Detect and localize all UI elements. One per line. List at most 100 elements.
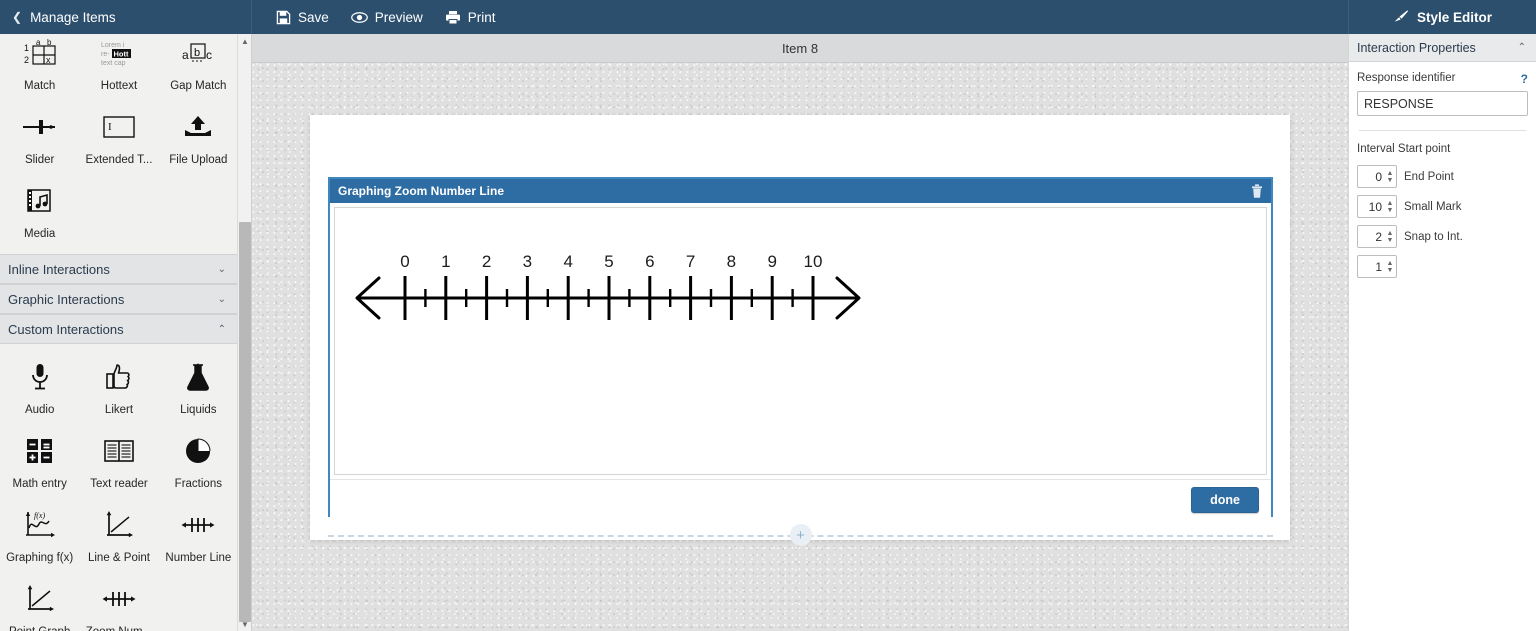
interaction-footer: done: [330, 479, 1271, 519]
svg-text:c: c: [206, 48, 212, 62]
svg-text:Lorem i: Lorem i: [101, 42, 125, 49]
question-mark-icon[interactable]: ?: [1521, 72, 1528, 86]
tool-label: Liquids: [180, 404, 216, 416]
tool-file-upload[interactable]: File Upload: [159, 98, 238, 172]
tool-point-graph[interactable]: Point Graph: [0, 570, 79, 631]
stepper-up-icon[interactable]: ▲: [1387, 260, 1394, 267]
style-editor-panel: Interaction Properties ⌃ Response identi…: [1348, 34, 1536, 631]
svg-text:0: 0: [400, 252, 409, 271]
sidebar-section-inline-interactions[interactable]: Inline Interactions ⌄: [0, 254, 238, 284]
sidebar-section-graphic-interactions[interactable]: Graphic Interactions ⌄: [0, 284, 238, 314]
top-toolbar: ❮ Manage Items Save Preview: [0, 0, 1536, 34]
style-editor-header: Style Editor: [1348, 0, 1536, 34]
stepper-down-icon[interactable]: ▼: [1387, 237, 1394, 244]
chevron-down-icon: ⌄: [218, 294, 226, 305]
stepper-arrows[interactable]: ▲ ▼: [1384, 256, 1396, 277]
save-button[interactable]: Save: [268, 6, 343, 29]
tool-likert[interactable]: Likert: [79, 348, 158, 422]
small-mark-stepper[interactable]: ▲ ▼: [1357, 195, 1397, 218]
tool-fractions[interactable]: Fractions: [159, 422, 238, 496]
item-title-bar: Item 8: [252, 34, 1348, 63]
tool-label: Audio: [25, 404, 54, 416]
extra-input[interactable]: [1358, 256, 1384, 277]
stepper-down-icon[interactable]: ▼: [1387, 177, 1394, 184]
tool-text-reader[interactable]: Text reader: [79, 422, 158, 496]
print-button[interactable]: Print: [437, 6, 510, 29]
scrollbar-thumb[interactable]: [239, 222, 251, 622]
number-line-labels: 012345678910: [400, 252, 822, 271]
canvas-scroll-area: Graphing Zoom Number Line: [252, 63, 1348, 631]
add-interaction-strip[interactable]: +: [328, 528, 1273, 542]
save-label: Save: [298, 10, 329, 25]
chevron-left-icon: ❮: [12, 10, 22, 24]
end-point-label: End Point: [1404, 171, 1454, 183]
save-disk-icon: [276, 10, 291, 25]
stepper-arrows[interactable]: ▲ ▼: [1384, 196, 1396, 217]
snap-to-int-input[interactable]: [1358, 226, 1384, 247]
svg-text:I: I: [108, 121, 112, 133]
tool-extended-text[interactable]: I Extended T...: [79, 98, 158, 172]
tool-label: Zoom Num...: [86, 626, 152, 631]
tool-match[interactable]: 1 2 a b x Match: [0, 34, 79, 98]
tool-slider[interactable]: Slider: [0, 98, 79, 172]
tool-label: Likert: [105, 404, 133, 416]
stepper-up-icon[interactable]: ▲: [1387, 170, 1394, 177]
number-line-icon: [174, 504, 222, 546]
stepper-down-icon[interactable]: ▼: [1387, 207, 1394, 214]
snap-to-int-stepper[interactable]: ▲ ▼: [1357, 225, 1397, 248]
end-point-input[interactable]: [1358, 166, 1384, 187]
stepper-arrows[interactable]: ▲ ▼: [1384, 166, 1396, 187]
small-mark-input[interactable]: [1358, 196, 1384, 217]
trash-icon[interactable]: [1251, 184, 1263, 198]
svg-text:7: 7: [686, 252, 695, 271]
brush-icon: [1393, 9, 1409, 26]
zoom-number-line-interaction[interactable]: Graphing Zoom Number Line: [328, 177, 1273, 517]
svg-text:4: 4: [563, 252, 572, 271]
stepper-arrows[interactable]: ▲ ▼: [1384, 226, 1396, 247]
scroll-down-arrow-icon[interactable]: ▼: [238, 617, 252, 631]
preview-button[interactable]: Preview: [343, 6, 437, 29]
match-grid-icon: 1 2 a b x: [16, 34, 64, 74]
scroll-up-arrow-icon[interactable]: ▲: [238, 34, 252, 48]
interaction-properties-section-header[interactable]: Interaction Properties ⌃: [1349, 34, 1536, 62]
number-line-svg[interactable]: 012345678910: [335, 228, 1267, 338]
stepper-up-icon[interactable]: ▲: [1387, 230, 1394, 237]
tool-graphing-fx[interactable]: f(x) Graphing f(x): [0, 496, 79, 570]
svg-text:9: 9: [767, 252, 776, 271]
tool-media[interactable]: Media: [0, 172, 79, 246]
item-paper: Graphing Zoom Number Line: [310, 115, 1290, 540]
end-point-stepper[interactable]: ▲ ▼: [1357, 165, 1397, 188]
svg-text:8: 8: [727, 252, 736, 271]
tool-label: Text reader: [90, 478, 148, 490]
tool-liquids[interactable]: Liquids: [159, 348, 238, 422]
response-identifier-input[interactable]: [1357, 91, 1528, 116]
stepper-up-icon[interactable]: ▲: [1387, 200, 1394, 207]
item-editor-canvas: Item 8 Graphing Zoom Number Line: [252, 34, 1348, 631]
hottext-icon: Lorem i re- Hott text cap: [95, 34, 143, 74]
back-to-manage-items[interactable]: ❮ Manage Items: [0, 0, 252, 34]
svg-text:2: 2: [24, 55, 29, 65]
tool-label: Slider: [25, 154, 54, 166]
spinner-row-snap-to-int: ▲ ▼ Snap to Int.: [1357, 225, 1528, 248]
chevron-down-icon: ⌄: [218, 264, 226, 275]
stepper-down-icon[interactable]: ▼: [1387, 267, 1394, 274]
tool-math-entry[interactable]: Math entry: [0, 422, 79, 496]
number-line-canvas[interactable]: 012345678910: [334, 207, 1267, 475]
calculator-icon: [16, 430, 64, 472]
svg-text:10: 10: [804, 252, 823, 271]
tool-number-line[interactable]: Number Line: [159, 496, 238, 570]
extra-stepper[interactable]: ▲ ▼: [1357, 255, 1397, 278]
sidebar-scrollbar[interactable]: ▲ ▼: [237, 34, 251, 631]
tool-line-and-point[interactable]: Line & Point: [79, 496, 158, 570]
svg-text:text cap: text cap: [101, 60, 126, 67]
tool-zoom-number-line[interactable]: Zoom Num...: [79, 570, 158, 631]
done-button[interactable]: done: [1191, 487, 1259, 513]
tool-gap-match[interactable]: a b c Gap Match: [159, 34, 238, 98]
tool-hottext[interactable]: Lorem i re- Hott text cap Hottext: [79, 34, 158, 98]
sidebar-section-custom-interactions[interactable]: Custom Interactions ⌃: [0, 314, 238, 344]
svg-text:5: 5: [604, 252, 613, 271]
interaction-title: Graphing Zoom Number Line: [338, 184, 504, 198]
plus-icon[interactable]: +: [790, 524, 812, 546]
tool-audio[interactable]: Audio: [0, 348, 79, 422]
page-title: Item 8: [782, 41, 818, 56]
